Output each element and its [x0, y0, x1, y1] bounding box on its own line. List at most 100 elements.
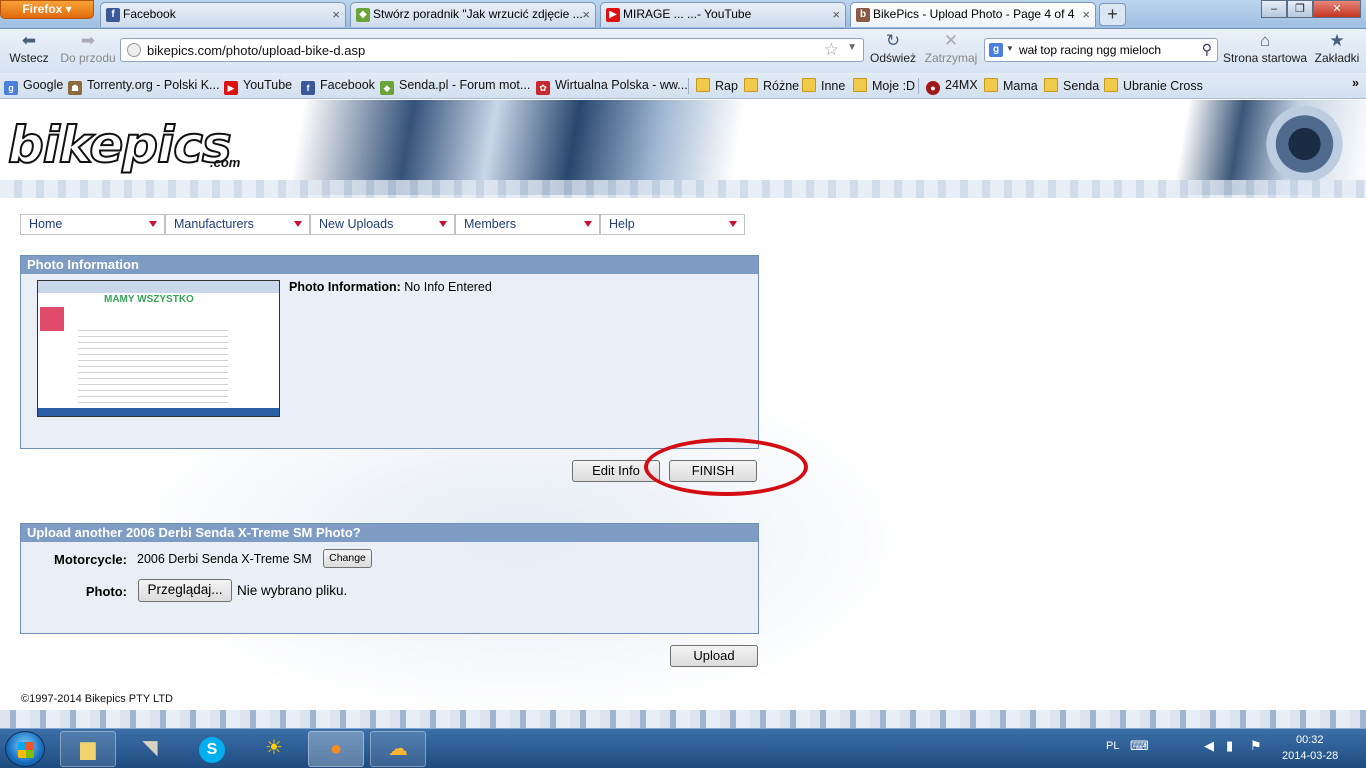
back-button[interactable]: ⬅ Wstecz	[8, 31, 50, 65]
wp-icon: ✿	[536, 81, 550, 95]
menu-item-manufacturers[interactable]: Manufacturers	[165, 214, 310, 235]
home-button[interactable]: ⌂ Strona startowa	[1222, 31, 1308, 65]
bookmark-label: Rap	[715, 79, 738, 93]
close-window-button[interactable]: ✕	[1313, 0, 1361, 18]
bookmark-label: Senda.pl - Forum mot...	[399, 78, 531, 92]
clock-time[interactable]: 00:32	[1296, 734, 1324, 746]
bookmark-folder-senda[interactable]: Senda	[1044, 78, 1099, 93]
bookmark-24mx[interactable]: ● 24MX	[926, 78, 978, 95]
firefox-icon: ●	[329, 738, 343, 760]
search-icon[interactable]: ⚲	[1202, 41, 1212, 58]
browse-file-button[interactable]: Przeglądaj...	[138, 579, 232, 602]
photo-info-label: Photo Information: No Info Entered	[289, 280, 492, 294]
taskbar-weather[interactable]: ☁	[370, 731, 426, 767]
taskbar-firefox[interactable]: ●	[308, 731, 364, 767]
tab-bar: Firefox ▾ f Facebook × ◆ Stwórz poradnik…	[0, 0, 1366, 29]
bookmark-wp[interactable]: ✿ Wirtualna Polska - ww...	[536, 78, 688, 95]
menu-item-new-uploads[interactable]: New Uploads	[310, 214, 455, 235]
photo-label: Photo:	[85, 584, 127, 599]
stop-button[interactable]: ✕ Zatrzymaj	[922, 31, 980, 65]
web-page: bikepics .com Home Manufacturers New Upl…	[0, 100, 1366, 728]
bookmark-label: Facebook	[320, 78, 375, 92]
search-input[interactable]	[1019, 41, 1189, 59]
taskbar-messenger[interactable]: ☀	[246, 731, 302, 767]
bookmark-folder-moje[interactable]: Moje :D	[853, 78, 915, 93]
new-tab-button[interactable]: +	[1099, 3, 1126, 26]
bookmark-folder-inne[interactable]: Inne	[802, 78, 845, 93]
bookmark-torrenty[interactable]: ☗ Torrenty.org - Polski K...	[68, 78, 219, 95]
thumbnail-text-lines	[78, 325, 228, 405]
close-icon[interactable]: ×	[332, 3, 340, 26]
gimp-icon: ◥	[142, 737, 158, 759]
start-button[interactable]	[5, 731, 45, 767]
language-indicator[interactable]: PL	[1106, 740, 1119, 752]
clock-date[interactable]: 2014-03-28	[1282, 750, 1338, 762]
bookmark-star-icon[interactable]: ☆	[824, 40, 839, 60]
folder-icon	[696, 78, 710, 92]
folder-icon	[853, 78, 867, 92]
taskbar-gimp[interactable]: ◥	[122, 731, 178, 767]
bookmark-label: Mama	[1003, 79, 1038, 93]
search-bar[interactable]: g ▼ ⚲	[984, 38, 1218, 62]
chevron-down-icon	[149, 221, 157, 227]
site-identity-icon[interactable]	[127, 43, 141, 57]
bookmark-folder-rap[interactable]: Rap	[696, 78, 738, 93]
menu-item-members[interactable]: Members	[455, 214, 600, 235]
maximize-button[interactable]: ❐	[1287, 0, 1313, 18]
folder-icon	[1104, 78, 1118, 92]
bookmark-label: Ubranie Cross	[1123, 79, 1203, 93]
uploaded-photo-thumbnail[interactable]: MAMY WSZYSTKO	[37, 280, 280, 417]
tab-youtube[interactable]: ▶ MIRAGE ... ...- YouTube ×	[600, 2, 846, 27]
photo-info-caption: Photo Information:	[289, 280, 401, 294]
taskbar-skype[interactable]: S	[184, 731, 240, 767]
site-logo[interactable]: bikepics	[7, 119, 233, 171]
motorcycle-rider-image	[1255, 105, 1345, 183]
taskbar-explorer[interactable]: ▆	[60, 731, 116, 767]
bookmark-youtube[interactable]: ▶ YouTube	[224, 78, 292, 95]
bookmark-google[interactable]: g Google	[4, 78, 63, 95]
bookmarks-menu-button[interactable]: ★ Zakładki	[1312, 31, 1362, 65]
back-label: Wstecz	[9, 51, 49, 65]
tab-facebook[interactable]: f Facebook ×	[100, 2, 346, 27]
bookmark-folder-ubranie[interactable]: Ubranie Cross	[1104, 78, 1203, 93]
bookmark-facebook[interactable]: f Facebook	[301, 78, 375, 95]
bookmark-label: Senda	[1063, 79, 1100, 93]
close-icon[interactable]: ×	[1082, 3, 1090, 26]
bookmark-senda-forum[interactable]: ◆ Senda.pl - Forum mot...	[380, 78, 530, 95]
thumbnail-taskbar	[38, 408, 279, 416]
google-icon: g	[4, 81, 18, 95]
refresh-button[interactable]: ↻ Odśwież	[868, 31, 918, 65]
tab-bikepics[interactable]: b BikePics - Upload Photo - Page 4 of 4 …	[850, 2, 1096, 27]
menu-label: New Uploads	[319, 217, 394, 231]
bookmarks-overflow-button[interactable]: »	[1352, 76, 1359, 90]
site-menu: Home Manufacturers New Uploads Members H…	[20, 214, 745, 235]
firefox-menu-button[interactable]: Firefox ▾	[0, 0, 94, 19]
keyboard-icon[interactable]: ⌨	[1130, 738, 1149, 754]
bookmark-label: Inne	[821, 79, 846, 93]
google-icon[interactable]: g	[989, 43, 1003, 57]
youtube-icon: ▶	[606, 8, 620, 22]
chevron-down-icon[interactable]: ▼	[847, 42, 857, 53]
forward-button[interactable]: ➡ Do przodu	[58, 31, 118, 65]
close-icon[interactable]: ×	[582, 3, 590, 26]
action-center-icon[interactable]: ⚑	[1250, 738, 1262, 754]
close-icon[interactable]: ×	[832, 3, 840, 26]
speaker-icon[interactable]: ◀	[1204, 738, 1214, 754]
chevron-down-icon[interactable]: ▼	[1006, 44, 1014, 53]
minimize-button[interactable]: –	[1261, 0, 1287, 18]
change-motorcycle-button[interactable]: Change	[323, 549, 372, 568]
menu-item-help[interactable]: Help	[600, 214, 745, 235]
network-icon[interactable]: ▮	[1226, 738, 1233, 754]
menu-item-home[interactable]: Home	[20, 214, 165, 235]
chevron-down-icon	[439, 221, 447, 227]
tab-senda[interactable]: ◆ Stwórz poradnik "Jak wrzucić zdjęcie .…	[350, 2, 596, 27]
upload-button[interactable]: Upload	[670, 645, 758, 667]
bookmark-label: Google	[23, 78, 64, 92]
bookmark-folder-rozne[interactable]: Różne	[744, 78, 799, 93]
weather-icon: ☁	[388, 738, 408, 760]
bookmark-folder-mama[interactable]: Mama	[984, 78, 1038, 93]
address-bar[interactable]: ☆ ▼	[120, 38, 864, 62]
tab-label: MIRAGE ... ...- YouTube	[623, 7, 752, 21]
url-input[interactable]	[147, 41, 807, 59]
arrow-left-icon: ⬅	[21, 31, 37, 50]
